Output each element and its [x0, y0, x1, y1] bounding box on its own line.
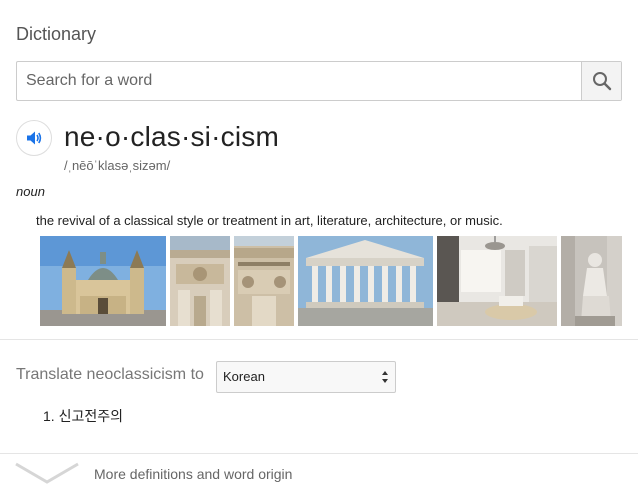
speaker-icon [27, 131, 42, 145]
footer-divider [0, 453, 638, 454]
basilica-image[interactable] [40, 236, 166, 326]
select-arrows-icon [382, 371, 388, 383]
search-box [16, 61, 622, 101]
search-button[interactable] [581, 62, 621, 100]
chevron-down-icon[interactable] [14, 462, 80, 486]
column-capital-image[interactable] [234, 236, 294, 326]
headword: ne·o·clas·si·cism [64, 121, 279, 152]
statue-image[interactable] [561, 236, 622, 326]
search-input[interactable] [17, 62, 582, 100]
part-of-speech: noun [16, 184, 45, 199]
interior-room-image[interactable] [437, 236, 557, 326]
section-divider [0, 339, 638, 340]
translate-label: Translate neoclassicism to [16, 366, 204, 383]
more-definitions-link[interactable]: More definitions and word origin [94, 466, 292, 482]
language-select[interactable]: Korean [216, 361, 396, 393]
dictionary-card: Dictionary ne·o·clas·si·cism /ˌnēōˈklasə… [0, 0, 638, 494]
card-title: Dictionary [16, 24, 97, 44]
definition-text: the revival of a classical style or trea… [36, 213, 503, 228]
language-select-value: Korean [223, 369, 265, 384]
pronounce-button[interactable] [16, 120, 52, 156]
pronunciation: /ˌnēōˈklasəˌsizəm/ [64, 158, 171, 173]
facade-detail-image[interactable] [170, 236, 230, 326]
search-icon [592, 72, 611, 91]
translation-result: 1. 신고전주의 [43, 408, 123, 424]
supreme-court-image[interactable] [298, 236, 433, 326]
